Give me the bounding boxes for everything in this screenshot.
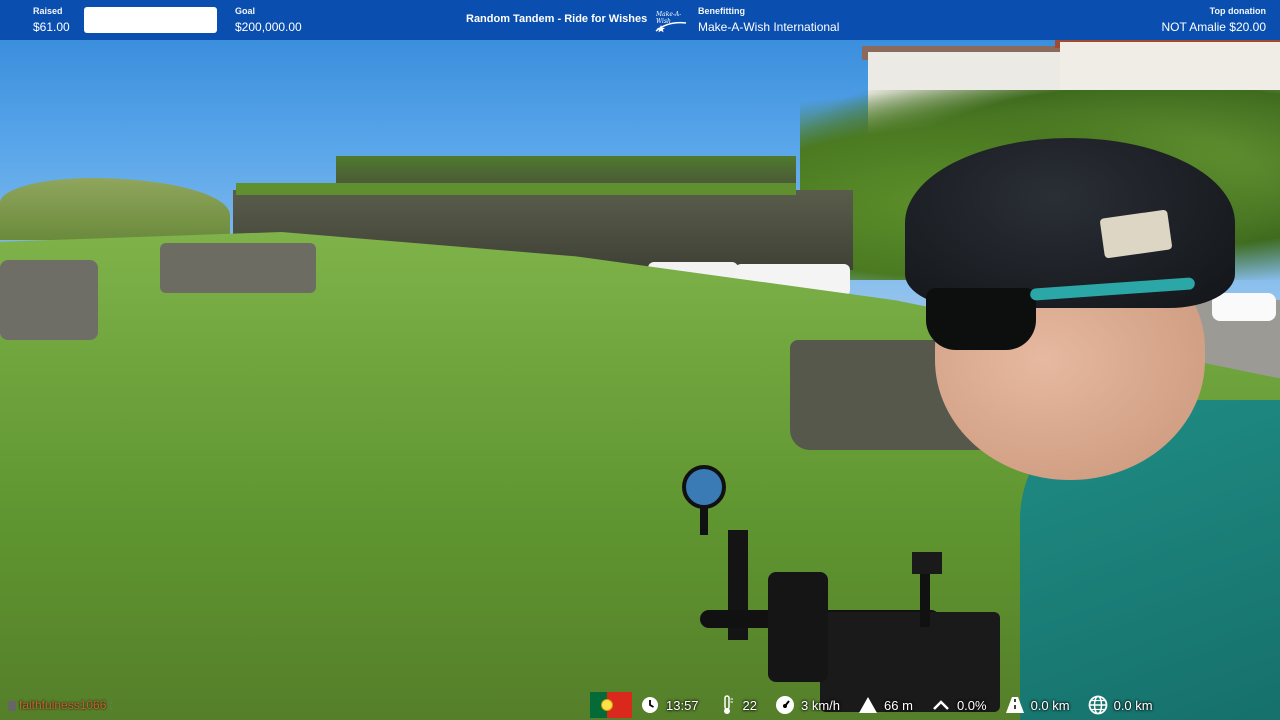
sunglasses bbox=[926, 288, 1036, 350]
clock-icon bbox=[640, 695, 660, 715]
speed-value: 3 km/h bbox=[801, 697, 841, 713]
segment-distance-value: 0.0 km bbox=[1030, 697, 1070, 713]
fortress-grass-top bbox=[236, 183, 796, 195]
mounted-phone bbox=[768, 572, 828, 682]
raised-value: $61.00 bbox=[33, 20, 70, 34]
mountain-icon bbox=[858, 695, 878, 715]
speed-readout: 3 km/h bbox=[775, 695, 840, 715]
top-donation-label: Top donation bbox=[1209, 6, 1266, 16]
make-a-wish-logo: Make-A-Wish bbox=[654, 9, 688, 33]
thermometer-icon bbox=[717, 695, 737, 715]
total-distance-value: 0.0 km bbox=[1113, 697, 1153, 713]
grade-value: 0.0% bbox=[956, 697, 987, 713]
action-camera bbox=[912, 552, 942, 574]
grade-icon bbox=[931, 695, 951, 715]
top-donation-stat: Top donation NOT Amalie $20.00 bbox=[1161, 6, 1266, 34]
benefiting-value: Make-A-Wish International bbox=[698, 20, 840, 34]
top-donation-value: NOT Amalie $20.00 bbox=[1161, 20, 1266, 34]
car bbox=[1212, 293, 1276, 321]
goal-label: Goal bbox=[235, 6, 256, 16]
donation-progress-bar bbox=[84, 7, 217, 33]
altitude-value: 66 m bbox=[884, 697, 913, 713]
road-icon bbox=[1005, 695, 1025, 715]
segment-distance-readout: 0.0 km bbox=[1005, 695, 1070, 715]
goal-stat: Goal $200,000.00 bbox=[235, 6, 302, 34]
temperature-value: 22 bbox=[742, 697, 758, 713]
time-readout: 13:57 bbox=[640, 695, 699, 715]
stone-ruin bbox=[0, 260, 98, 340]
temperature-readout: 22 bbox=[717, 695, 757, 715]
telemetry-bar: 13:57 22 3 km/h 66 m 0.0% 0.0 km 0.0 km bbox=[590, 690, 1171, 720]
grade-readout: 0.0% bbox=[931, 695, 987, 715]
stone-ruin bbox=[160, 243, 316, 293]
campaign-title: Random Tandem - Ride for Wishes bbox=[466, 13, 648, 25]
goal-value: $200,000.00 bbox=[235, 20, 302, 34]
raised-stat: Raised $61.00 bbox=[33, 6, 70, 34]
donation-banner: Raised $61.00 Goal $200,000.00 Random Ta… bbox=[0, 0, 1280, 40]
raised-label: Raised bbox=[33, 6, 63, 16]
time-value: 13:57 bbox=[666, 697, 699, 713]
camera-pole bbox=[920, 572, 930, 627]
portugal-flag-icon bbox=[590, 692, 632, 718]
altitude-readout: 66 m bbox=[858, 695, 913, 715]
speedometer-icon bbox=[775, 695, 795, 715]
chat-separator: : bbox=[109, 698, 113, 712]
user-badge-icon bbox=[8, 700, 16, 711]
video-feed bbox=[0, 0, 1280, 720]
chat-message: faithfulness1066: bbox=[8, 698, 113, 712]
globe-icon bbox=[1088, 695, 1108, 715]
mirror-arm bbox=[700, 505, 708, 535]
benefiting-label: Benefitting bbox=[698, 6, 745, 16]
chat-username: faithfulness1066 bbox=[19, 698, 107, 712]
star-swoosh-icon bbox=[655, 21, 687, 33]
benefiting-stat: Benefitting Make-A-Wish International bbox=[698, 6, 839, 34]
bike-mirror bbox=[682, 465, 726, 509]
total-distance-readout: 0.0 km bbox=[1088, 695, 1153, 715]
